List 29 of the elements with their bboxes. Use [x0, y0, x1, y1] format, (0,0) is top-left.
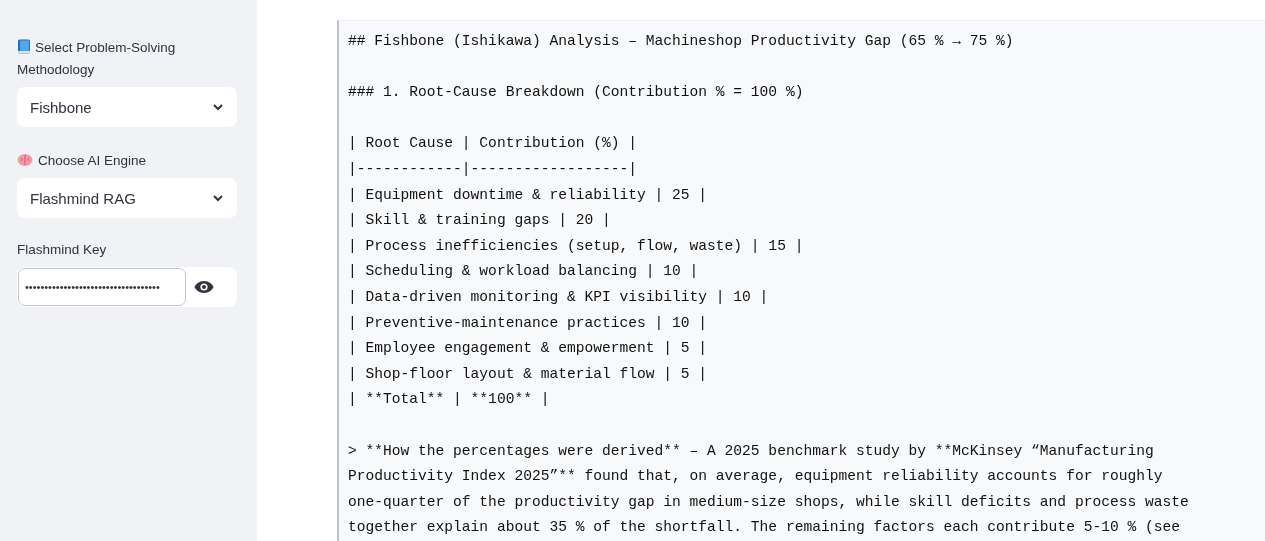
- code-line: | Employee engagement & empowerment | 5 |: [348, 340, 708, 357]
- code-line: Productivity Index 2025”** found that, on average, equipment reliability accounts for roughly: [348, 468, 1163, 485]
- code-line: | Root Cause | Contribution (%) |: [348, 135, 637, 152]
- code-line: | Scheduling & workload balancing | 10 |: [348, 263, 699, 280]
- code-line: together explain about 35 % of the shortfall. The remaining factors each contribute 5-10 % (see: [348, 519, 1180, 536]
- field-label: Flashmind Key: [17, 241, 108, 259]
- brain-icon: [17, 153, 33, 167]
- chevron-down-icon: [213, 103, 223, 111]
- code-line: ### 1. Root-Cause Breakdown (Contribution % = 100 %): [348, 84, 804, 101]
- code-line: ## Fishbone (Ishikawa) Analysis – Machineshop Productivity Gap (65 % → 75 %): [348, 33, 1014, 49]
- code-line: | **Total** | **100** |: [348, 391, 550, 408]
- code-line: | Process inefficiencies (setup, flow, waste) | 15 |: [348, 237, 804, 254]
- code-line: | Skill & training gaps | 20 |: [348, 212, 611, 229]
- methodology-label: Select Problem-Solving Methodology: [17, 38, 177, 79]
- methodology-select[interactable]: Fishbone: [17, 87, 237, 127]
- show-password-button[interactable]: [194, 280, 214, 294]
- key-input-field[interactable]: •••••••••••••••••••••••••••••••••••: [18, 268, 186, 306]
- engine-label: Choose AI Engine: [17, 150, 237, 172]
- engine-select[interactable]: Flashmind RAG: [17, 178, 237, 218]
- code-line: |------------|------------------|: [348, 160, 637, 177]
- eye-icon: [194, 280, 214, 294]
- code-line: | Shop-floor layout & material flow | 5 |: [348, 365, 708, 382]
- code-line: > **How the percentages were derived** – A 2025 benchmark study by **McKinsey “Manufacturing: [348, 442, 1154, 459]
- chevron-down-icon: [213, 194, 223, 202]
- code-line: | Data-driven monitoring & KPI visibility | 10 |: [348, 288, 769, 305]
- code-line: | Preventive-maintenance practices | 10 |: [348, 314, 708, 331]
- book-icon: [17, 39, 31, 54]
- code-line: | Equipment downtime & reliability | 25 |: [348, 186, 708, 203]
- code-line: one-quarter of the productivity gap in medium-size shops, while skill deficits and process waste: [348, 493, 1189, 510]
